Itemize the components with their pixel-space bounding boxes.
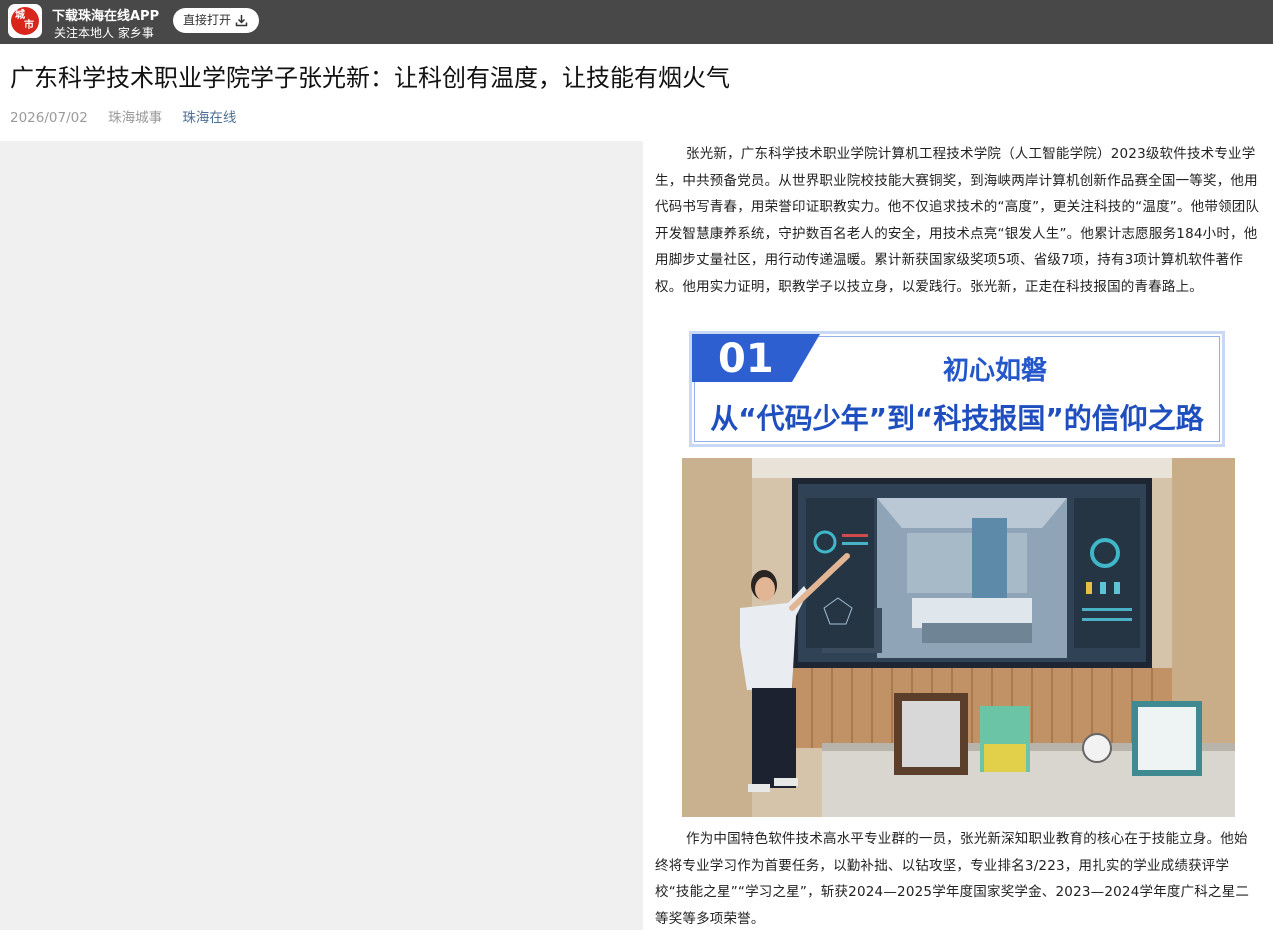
article-source: 珠海城事 (108, 110, 163, 126)
app-logo[interactable]: 城 市 (8, 4, 42, 38)
section-heading: 初心如磐 (942, 356, 1047, 386)
app-download-title: 下载珠海在线APP (52, 9, 160, 24)
article-paragraph: 作为中国特色软件技术高水平专业群的一员，张光新深知职业教育的核心在于技能立身。他… (655, 831, 1250, 927)
left-placeholder-panel (0, 141, 643, 930)
article-title: 广东科学技术职业学院学子张光新：让科创有温度，让技能有烟火气 (10, 64, 730, 92)
download-icon (235, 15, 248, 27)
article-paragraph: 张光新，广东科学技术职业学院计算机工程技术学院（人工智能学院）2023级软件技术… (655, 146, 1260, 295)
app-download-subtitle: 关注本地人 家乡事 (54, 26, 154, 40)
open-app-button[interactable]: 直接打开 (173, 8, 259, 33)
publish-date: 2026/07/02 (10, 110, 88, 126)
open-app-label: 直接打开 (183, 13, 232, 27)
logo-seal: 城 市 (11, 7, 39, 35)
section-subheading: 从“代码少年”到“科技报国”的信仰之路 (710, 402, 1204, 435)
app-download-bar: 城 市 下载珠海在线APP 关注本地人 家乡事 直接打开 (0, 0, 1273, 44)
logo-char-2: 市 (24, 20, 34, 31)
article-meta: 2026/07/02 珠海城事 珠海在线 (10, 106, 236, 126)
channel-link[interactable]: 珠海在线 (182, 110, 236, 126)
section-banner: 01 初心如磐 从“代码少年”到“科技报国”的信仰之路 (689, 331, 1225, 447)
photo-illustration (682, 458, 1235, 817)
article-photo[interactable] (682, 458, 1235, 817)
